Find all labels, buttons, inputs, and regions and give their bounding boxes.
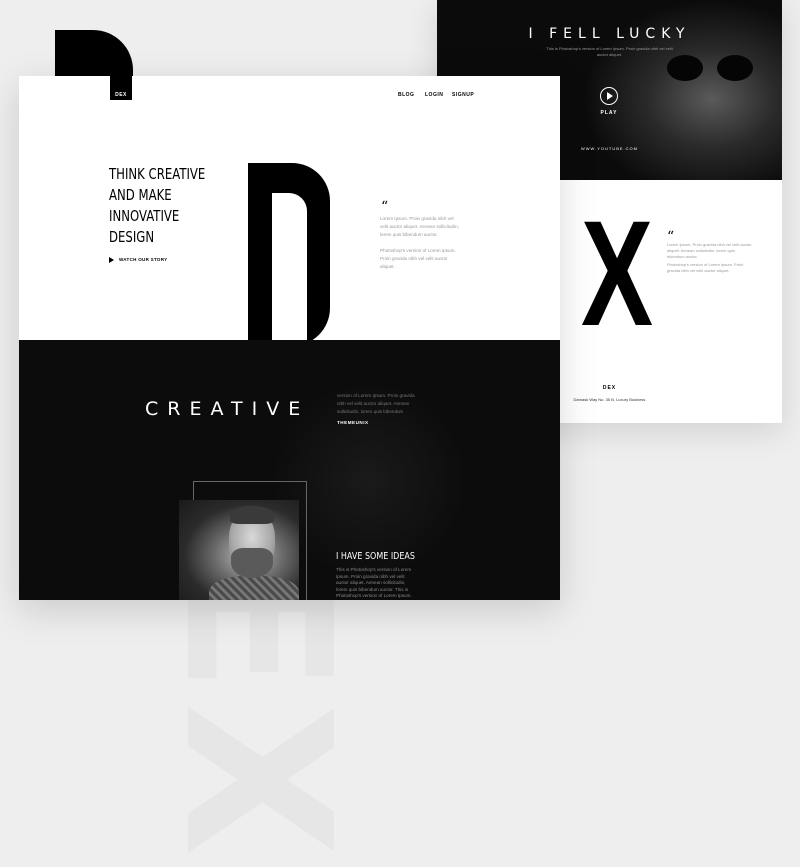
nav-login[interactable]: LOGIN	[425, 92, 443, 98]
brand-name: THEMEUNIX	[337, 420, 369, 425]
creative-section: CREATIVE version of Lorem Ipsum. Proin g…	[19, 340, 560, 600]
quote-icon: “	[381, 199, 389, 215]
creative-text: version of Lorem Ipsum. Proin gravida ni…	[337, 393, 415, 414]
sunglasses-graphic	[667, 55, 757, 83]
video-subtitle: This is Photoshop's version of Lorem Ips…	[546, 46, 673, 57]
creative-title: CREATIVE	[145, 398, 310, 420]
nav-blog[interactable]: BLOG	[398, 92, 414, 98]
headline-line: DESIGN	[109, 228, 155, 246]
hero-paragraph-1: Lorem Ipsum. Proin gravida nibh vel veli…	[380, 216, 459, 237]
big-letter-x: X	[581, 189, 654, 357]
play-icon[interactable]	[600, 87, 618, 105]
preview-card-main: DEX BLOG LOGIN SIGNUP THINK CREATIVE AND…	[19, 76, 560, 600]
headline-line: THINK CREATIVE	[109, 165, 206, 183]
nav-signup[interactable]: SIGNUP	[452, 92, 474, 98]
triangle-play-icon	[109, 257, 114, 263]
watch-story-label: WATCH OUR STORY	[119, 257, 168, 263]
ideas-title: I HAVE SOME IDEAS	[336, 551, 415, 562]
portrait-photo	[179, 500, 299, 600]
big-letter-d-background	[55, 30, 133, 78]
hero-headline: THINK CREATIVE AND MAKE INNOVATIVE DESIG…	[109, 164, 218, 248]
right-card-text-1: Lorem Ipsum. Proin gravida nibh vel veli…	[667, 242, 752, 259]
right-card-text-2: Photoshop's version of Lorem Ipsum. Proi…	[667, 262, 744, 273]
big-letter-d	[248, 163, 330, 346]
play-label[interactable]: PLAY	[587, 110, 631, 116]
headline-line: INNOVATIVE	[109, 207, 180, 225]
watch-story-link[interactable]: WATCH OUR STORY	[109, 257, 167, 263]
hero-paragraph-2: Photoshop's version of Lorem Ipsum. Proi…	[380, 248, 456, 269]
ideas-text: This is Photoshop's version of Lorem Ips…	[336, 567, 412, 600]
video-url-link[interactable]: WWW.YOUTUBE.COM	[567, 146, 652, 151]
headline-line: AND MAKE	[109, 186, 172, 204]
logo[interactable]: DEX	[110, 76, 132, 100]
video-title: I FELL LUCKY	[528, 26, 691, 42]
